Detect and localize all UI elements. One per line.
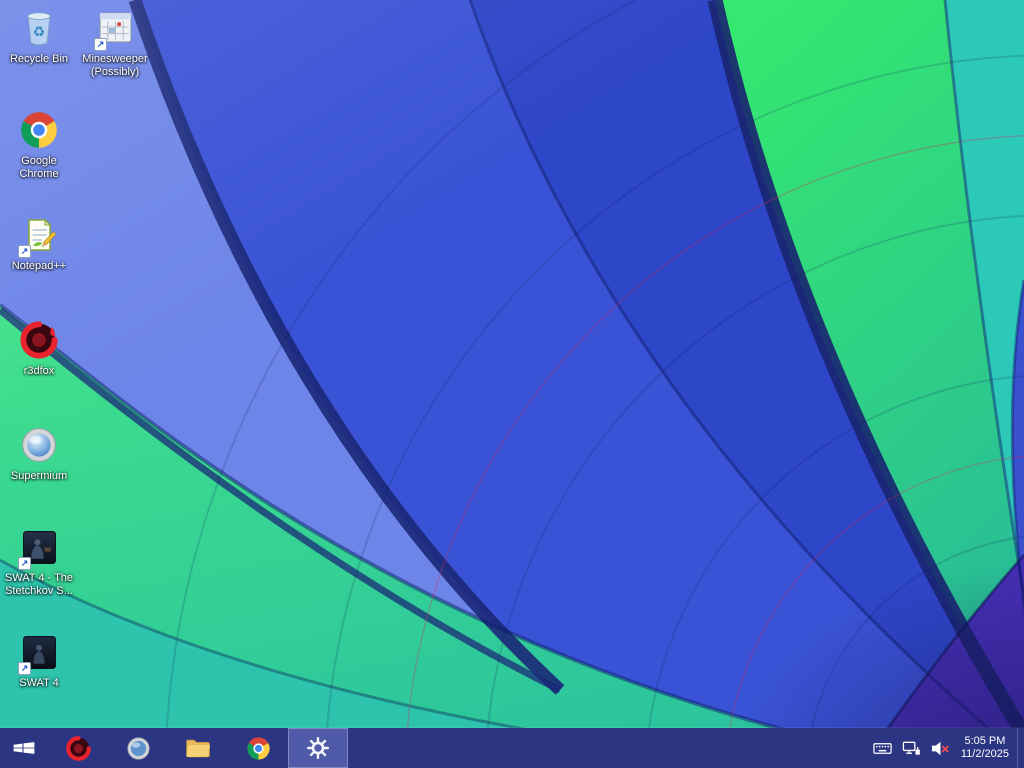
taskbar-pinned-r3dfox[interactable]	[48, 728, 108, 768]
icon-label: Minesweeper (Possibly)	[82, 53, 148, 78]
chrome-icon	[246, 736, 270, 760]
svg-text:♻: ♻	[33, 25, 46, 41]
shortcut-arrow-icon: ↗	[94, 38, 107, 51]
system-tray	[869, 728, 959, 768]
chrome-icon	[2, 108, 76, 152]
icon-label: SWAT 4 - The Stetchkov S...	[4, 572, 74, 597]
recycle-bin-icon: ♻	[2, 6, 76, 50]
folder-icon	[186, 739, 210, 757]
supermium-icon	[126, 736, 150, 760]
desktop-icon-minesweeper[interactable]: ↗ Minesweeper (Possibly)	[78, 6, 152, 79]
volume-muted-tray-icon[interactable]	[931, 738, 951, 758]
minesweeper-icon: ↗	[78, 6, 152, 51]
shortcut-arrow-icon: ↗	[18, 662, 31, 675]
swat4-icon: ↗	[2, 630, 76, 675]
desktop-icon-swat4[interactable]: ↗ SWAT 4	[2, 630, 76, 690]
wallpaper-balloon	[0, 0, 1024, 768]
icon-label: Recycle Bin	[9, 53, 69, 65]
r3dfox-icon	[65, 735, 91, 761]
supermium-icon	[2, 423, 76, 467]
desktop-icon-notepadpp[interactable]: ↗ Notepad++	[2, 213, 76, 273]
icon-label: Supermium	[10, 470, 68, 482]
icon-label: Google Chrome	[19, 155, 59, 180]
taskbar-pinned-settings[interactable]	[288, 728, 348, 768]
r3dfox-icon	[2, 318, 76, 362]
taskbar: 5:05 PM 11/2/2025	[0, 728, 1024, 768]
taskbar-pinned-supermium[interactable]	[108, 728, 168, 768]
notepadpp-icon: ↗	[2, 213, 76, 258]
icon-label: Notepad++	[11, 260, 67, 272]
taskbar-clock[interactable]: 5:05 PM 11/2/2025	[959, 728, 1017, 768]
taskbar-empty-area	[348, 728, 869, 768]
windows-logo-icon	[13, 742, 35, 754]
show-desktop-strip[interactable]	[1017, 728, 1024, 768]
shortcut-arrow-icon: ↗	[18, 557, 31, 570]
start-button[interactable]	[0, 728, 48, 768]
network-tray-icon[interactable]	[902, 738, 922, 758]
clock-date: 11/2/2025	[960, 748, 1009, 760]
desktop-icon-swat4-stetchkov[interactable]: ↗ SWAT 4 - The Stetchkov S...	[2, 525, 76, 598]
desktop-icon-google-chrome[interactable]: Google Chrome	[2, 108, 76, 181]
gear-icon	[306, 736, 330, 760]
taskbar-pinned-chrome[interactable]	[228, 728, 288, 768]
desktop-icon-r3dfox[interactable]: r3dfox	[2, 318, 76, 378]
desktop-icon-supermium[interactable]: Supermium	[2, 423, 76, 483]
swat4-stetchkov-icon: ↗	[2, 525, 76, 570]
taskbar-pinned-file-explorer[interactable]	[168, 728, 228, 768]
light-overlay	[0, 0, 1024, 768]
desktop-icon-recycle-bin[interactable]: ♻ Recycle Bin	[2, 6, 76, 66]
icon-label: SWAT 4	[19, 677, 59, 689]
clock-time: 5:05 PM	[964, 735, 1006, 747]
icon-label: r3dfox	[23, 365, 55, 377]
shortcut-arrow-icon: ↗	[18, 245, 31, 258]
touch-keyboard-tray-icon[interactable]	[873, 738, 893, 758]
